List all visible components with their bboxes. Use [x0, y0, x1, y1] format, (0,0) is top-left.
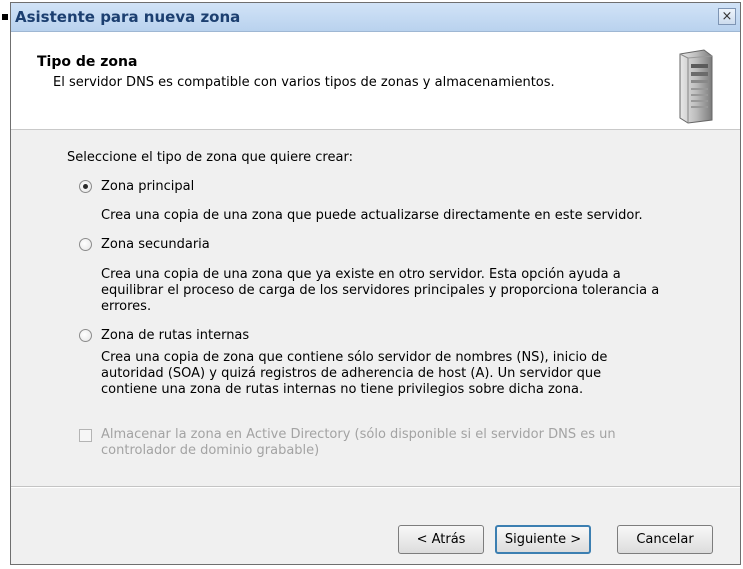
- ad-storage-label-line: Almacenar la zona en Active Directory (s…: [101, 427, 616, 442]
- option-description: Crea una copia de zona que contiene sólo…: [101, 350, 607, 398]
- ad-storage-label: Almacenar la zona en Active Directory (s…: [101, 427, 616, 459]
- close-button[interactable]: ×: [718, 8, 736, 25]
- description-line: Crea una copia de zona que contiene sólo…: [101, 350, 608, 365]
- page-title: Tipo de zona: [37, 54, 138, 70]
- description-line: contiene una zona de rutas internas no t…: [101, 382, 584, 397]
- option-label: Zona principal: [101, 179, 195, 194]
- description-line: Crea una copia de una zona que ya existe…: [101, 267, 621, 282]
- server-icon: [679, 49, 713, 124]
- description-line: autoridad (SOA) y quizá registros de adh…: [101, 366, 602, 381]
- radio-button[interactable]: [79, 238, 92, 251]
- radio-button-selected[interactable]: [79, 180, 92, 193]
- description-line: errores.: [101, 299, 152, 314]
- ad-storage-checkbox-row: Almacenar la zona en Active Directory (s…: [79, 427, 616, 459]
- ad-storage-checkbox: [79, 429, 92, 442]
- zone-type-prompt: Seleccione el tipo de zona que quiere cr…: [67, 150, 353, 165]
- close-icon: ×: [721, 9, 733, 24]
- cancel-button[interactable]: Cancelar: [617, 525, 713, 554]
- option-label: Zona de rutas internas: [101, 328, 250, 343]
- next-button[interactable]: Siguiente >: [495, 525, 591, 554]
- description-line: equilibrar el proceso de carga de los se…: [101, 283, 660, 298]
- radio-zona-secundaria[interactable]: Zona secundaria: [79, 237, 210, 252]
- option-description: Crea una copia de una zona que puede act…: [101, 208, 643, 224]
- wizard-dialog: Asistente para nueva zona × Tipo de zona…: [10, 2, 741, 565]
- back-button[interactable]: < Atrás: [398, 525, 484, 554]
- option-label: Zona secundaria: [101, 237, 210, 252]
- wizard-content: Seleccione el tipo de zona que quiere cr…: [11, 130, 740, 485]
- option-description: Crea una copia de una zona que ya existe…: [101, 267, 659, 315]
- radio-zona-rutas-internas[interactable]: Zona de rutas internas: [79, 328, 249, 343]
- radio-zona-principal[interactable]: Zona principal: [79, 179, 194, 194]
- description-line: Crea una copia de una zona que puede act…: [101, 208, 643, 223]
- window-title: Asistente para nueva zona: [15, 8, 241, 26]
- radio-button[interactable]: [79, 329, 92, 342]
- footer-divider: [11, 486, 740, 488]
- wizard-header: Tipo de zona El servidor DNS es compatib…: [11, 32, 740, 130]
- bullet-marker: [2, 14, 8, 20]
- ad-storage-label-line: controlador de dominio grabable): [101, 443, 320, 458]
- page-subtitle: El servidor DNS es compatible con varios…: [53, 75, 555, 90]
- title-bar[interactable]: Asistente para nueva zona ×: [11, 3, 740, 32]
